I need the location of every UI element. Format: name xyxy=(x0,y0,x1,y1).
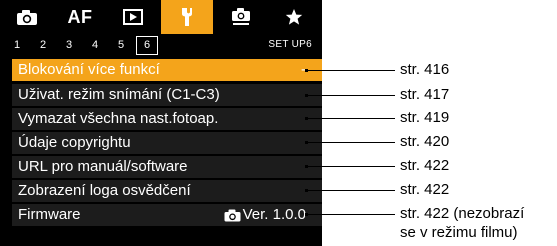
tab-info-label: SET UP6 xyxy=(268,39,312,50)
menu-item-label: Vymazat všechna nast.fotoap. xyxy=(18,110,219,127)
firmware-version-text: Ver. 1.0.0 xyxy=(242,206,306,223)
callout-page-ref: str. 417 xyxy=(400,86,450,103)
callout-dot xyxy=(305,141,308,144)
callout-line xyxy=(307,95,395,96)
tab-playback[interactable] xyxy=(108,0,158,34)
menu-tab-bar: AF xyxy=(0,0,322,34)
callout-page-ref: str. 416 xyxy=(400,61,450,78)
menu-item-firmware[interactable]: Firmware Ver. 1.0.0 xyxy=(0,203,322,227)
menu-item-certification-logo[interactable]: Zobrazení loga osvědčení xyxy=(0,179,322,203)
callout-dot xyxy=(305,213,308,216)
callout-page-ref: str. 422 xyxy=(400,157,450,174)
menu-item-label: Údaje copyrightu xyxy=(18,134,131,151)
callout-dot xyxy=(305,117,308,120)
menu-item-manual-url[interactable]: URL pro manuál/software xyxy=(0,155,322,179)
callout-line xyxy=(307,142,395,143)
callout-dot xyxy=(305,189,308,192)
playback-icon xyxy=(123,9,143,25)
callout-line xyxy=(307,166,395,167)
callout-page-ref: str. 419 xyxy=(400,109,450,126)
sub-tab-bar: 1 2 3 4 5 6 SET UP6 xyxy=(0,34,322,56)
tab-af[interactable]: AF xyxy=(55,0,105,34)
subtab-6[interactable]: 6 xyxy=(136,36,158,55)
star-icon xyxy=(285,9,303,25)
callout-line xyxy=(307,70,395,71)
callout-dot xyxy=(305,69,308,72)
subtab-5[interactable]: 5 xyxy=(110,34,132,56)
callout-dot xyxy=(305,94,308,97)
callout-page-ref: str. 420 xyxy=(400,133,450,150)
menu-item-label: Blokování více funkcí xyxy=(18,61,160,78)
menu-item-clear-all-settings[interactable]: Vymazat všechna nast.fotoap. xyxy=(0,107,322,131)
menu-item-multi-function-lock[interactable]: Blokování více funkcí - xyxy=(0,58,322,82)
callout-page-ref: str. 422 xyxy=(400,181,450,198)
tab-af-label: AF xyxy=(67,6,93,27)
camera-icon xyxy=(17,9,37,25)
camera-icon xyxy=(224,209,241,221)
subtab-1[interactable]: 1 xyxy=(6,34,28,56)
subtab-4[interactable]: 4 xyxy=(84,34,106,56)
camera-menu-screen: AF 1 2 3 4 5 6 SET UP6 Blokování více fu… xyxy=(0,0,322,246)
tab-shooting[interactable] xyxy=(2,0,52,34)
tab-custom-functions[interactable] xyxy=(216,0,266,34)
menu-item-label: URL pro manuál/software xyxy=(18,158,188,175)
callout-line xyxy=(307,118,395,119)
menu-item-copyright-info[interactable]: Údaje copyrightu xyxy=(0,131,322,155)
wrench-icon xyxy=(182,8,192,26)
callout-line xyxy=(307,190,395,191)
menu-item-label: Uživat. režim snímání (C1-C3) xyxy=(18,86,220,103)
menu-item-custom-shooting-mode[interactable]: Uživat. režim snímání (C1-C3) xyxy=(0,83,322,107)
callout-line xyxy=(307,214,395,215)
callout-dot xyxy=(305,165,308,168)
subtab-3[interactable]: 3 xyxy=(58,34,80,56)
custom-camera-icon xyxy=(232,8,250,25)
menu-item-label: Firmware xyxy=(18,206,81,223)
callout-page-note: se v režimu filmu) xyxy=(400,224,518,241)
callout-page-ref: str. 422 (nezobrazí xyxy=(400,205,525,222)
tab-setup[interactable] xyxy=(161,0,213,34)
menu-item-label: Zobrazení loga osvědčení xyxy=(18,182,191,199)
subtab-2[interactable]: 2 xyxy=(32,34,54,56)
tab-my-menu[interactable] xyxy=(269,0,319,34)
firmware-version: Ver. 1.0.0 xyxy=(224,203,306,227)
